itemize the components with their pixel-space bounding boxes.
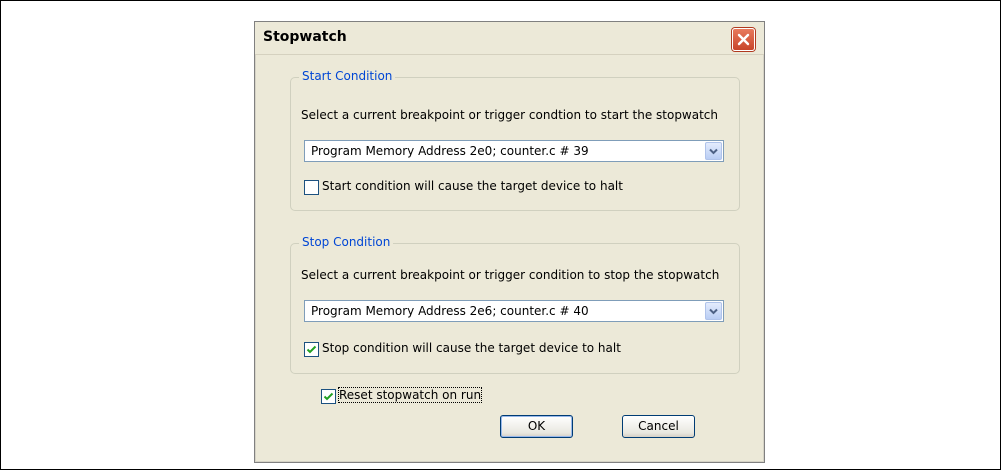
stop-condition-value: Program Memory Address 2e6; counter.c # … xyxy=(311,304,589,318)
stop-condition-dropdown-button[interactable] xyxy=(705,302,722,320)
checkmark-icon xyxy=(306,345,317,354)
stop-condition-description: Select a current breakpoint or trigger c… xyxy=(301,268,720,282)
checkmark-icon xyxy=(323,392,334,401)
screenshot-frame: Stopwatch Start Condition Select a curre… xyxy=(0,0,1001,470)
chevron-down-icon xyxy=(709,148,718,155)
ok-button[interactable]: OK xyxy=(500,415,573,438)
start-halt-checkbox[interactable] xyxy=(304,180,319,195)
start-condition-description: Select a current breakpoint or trigger c… xyxy=(301,108,719,122)
chevron-down-icon xyxy=(709,308,718,315)
stop-condition-title: Stop Condition xyxy=(299,235,394,249)
dialog-title: Stopwatch xyxy=(263,29,347,45)
title-bar[interactable]: Stopwatch xyxy=(255,22,764,55)
start-condition-dropdown-button[interactable] xyxy=(705,142,722,160)
start-condition-group: Start Condition Select a current breakpo… xyxy=(290,69,740,211)
stop-halt-checkbox[interactable] xyxy=(304,342,319,357)
start-condition-select[interactable]: Program Memory Address 2e0; counter.c # … xyxy=(304,140,724,162)
reset-stopwatch-checkbox[interactable] xyxy=(321,389,336,404)
start-condition-value: Program Memory Address 2e0; counter.c # … xyxy=(311,144,589,158)
start-halt-label: Start condition will cause the target de… xyxy=(322,179,623,193)
cancel-button[interactable]: Cancel xyxy=(622,415,695,438)
start-condition-title: Start Condition xyxy=(299,69,396,83)
stop-halt-label: Stop condition will cause the target dev… xyxy=(322,341,621,355)
stop-condition-select[interactable]: Program Memory Address 2e6; counter.c # … xyxy=(304,300,724,322)
stop-condition-group: Stop Condition Select a current breakpoi… xyxy=(290,235,740,374)
stopwatch-dialog: Stopwatch Start Condition Select a curre… xyxy=(254,21,765,463)
close-x-icon xyxy=(737,33,750,46)
reset-stopwatch-label: Reset stopwatch on run xyxy=(337,387,483,403)
close-button[interactable] xyxy=(732,28,755,51)
